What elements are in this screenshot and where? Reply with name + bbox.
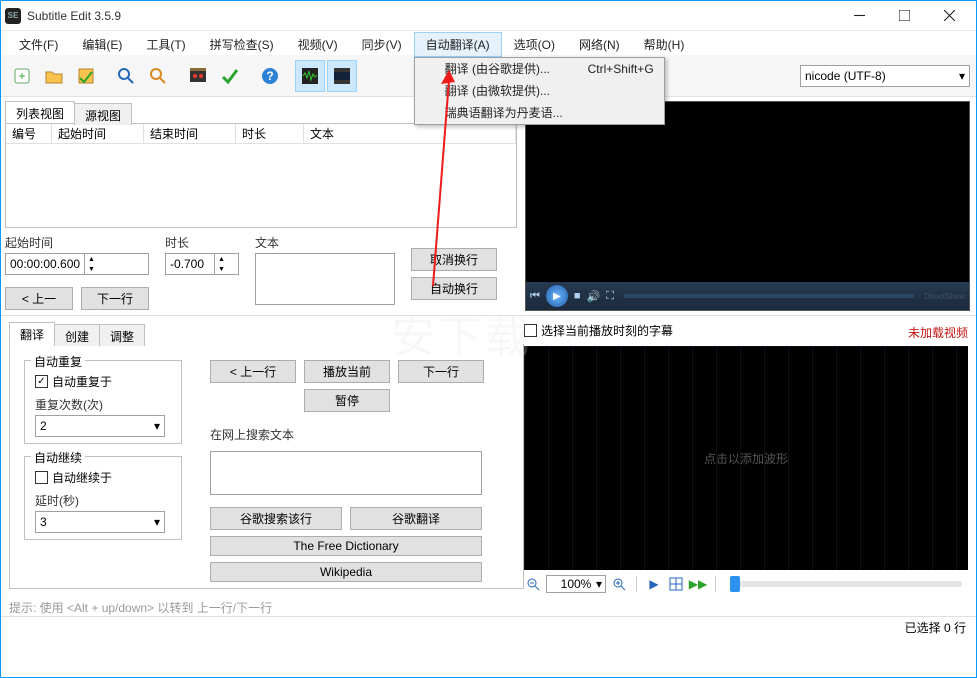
menu-bar: 文件(F) 编辑(E) 工具(T) 拼写检查(S) 视频(V) 同步(V) 自动… bbox=[1, 31, 976, 55]
col-duration[interactable]: 时长 bbox=[236, 124, 304, 143]
search-text-label: 在网上搜索文本 bbox=[210, 426, 484, 443]
directshow-label: DirectShow bbox=[924, 292, 965, 301]
next-line-button[interactable]: 下一行 bbox=[81, 287, 149, 310]
free-dictionary-button[interactable]: The Free Dictionary bbox=[210, 536, 482, 556]
menu-spellcheck[interactable]: 拼写检查(S) bbox=[198, 32, 286, 57]
video-not-loaded-label: 未加载视频 bbox=[908, 324, 968, 341]
tab-adjust[interactable]: 调整 bbox=[99, 324, 145, 346]
col-end[interactable]: 结束时间 bbox=[144, 124, 236, 143]
tab-create[interactable]: 创建 bbox=[54, 324, 100, 346]
prev-line-button[interactable]: < 上一 bbox=[5, 287, 73, 310]
menu-autotranslate[interactable]: 自动翻译(A) 翻译 (由谷歌提供)...Ctrl+Shift+G 翻译 (由微… bbox=[414, 32, 502, 57]
delay-label: 延时(秒) bbox=[35, 494, 79, 508]
spin-down-icon[interactable]: ▼ bbox=[84, 264, 98, 274]
google-search-button[interactable]: 谷歌搜索该行 bbox=[210, 507, 342, 530]
spin-up-icon[interactable]: ▲ bbox=[214, 254, 228, 264]
repeat-count-select[interactable]: 2▾ bbox=[35, 415, 165, 437]
start-label: 起始时间 bbox=[5, 234, 149, 251]
auto-continue-checkbox[interactable]: 自动继续于 bbox=[35, 469, 171, 486]
menu-options[interactable]: 选项(O) bbox=[502, 32, 567, 57]
fullscreen-icon[interactable]: ⛶ bbox=[606, 290, 614, 303]
encoding-select[interactable]: nicode (UTF-8)▾ bbox=[800, 65, 970, 87]
menu-video[interactable]: 视频(V) bbox=[286, 32, 350, 57]
selection-count: 已选择 0 行 bbox=[905, 619, 966, 636]
auto-continue-title: 自动继续 bbox=[31, 449, 85, 466]
stop-icon[interactable]: ■ bbox=[574, 290, 581, 302]
app-icon: SE bbox=[5, 8, 21, 24]
svg-text:?: ? bbox=[266, 69, 273, 83]
wikipedia-button[interactable]: Wikipedia bbox=[210, 562, 482, 582]
find-button[interactable] bbox=[111, 60, 141, 92]
prev-clip-icon[interactable]: ⏮ bbox=[530, 290, 540, 303]
new-button[interactable]: + bbox=[7, 60, 37, 92]
text-label: 文本 bbox=[255, 234, 395, 251]
grid-icon[interactable] bbox=[667, 575, 685, 593]
minimize-button[interactable] bbox=[837, 2, 882, 30]
play-current-button[interactable]: 播放当前 bbox=[304, 360, 390, 383]
tab-source-view[interactable]: 源视图 bbox=[74, 103, 132, 125]
close-button[interactable] bbox=[927, 2, 972, 30]
menu-file[interactable]: 文件(F) bbox=[7, 32, 70, 57]
col-start[interactable]: 起始时间 bbox=[52, 124, 144, 143]
replace-button[interactable] bbox=[143, 60, 173, 92]
nav-next-button[interactable]: 下一行 bbox=[398, 360, 484, 383]
google-translate-button[interactable]: 谷歌翻译 bbox=[350, 507, 482, 530]
waveform-area[interactable]: 点击以添加波形 bbox=[524, 346, 968, 570]
start-time-input[interactable]: ▲▼ bbox=[5, 253, 149, 275]
save-button[interactable] bbox=[71, 60, 101, 92]
chevron-down-icon: ▾ bbox=[959, 69, 965, 83]
chevron-down-icon: ▾ bbox=[596, 577, 602, 591]
fast-forward-icon[interactable]: ▶▶ bbox=[689, 575, 707, 593]
wave-play-icon[interactable]: ▶ bbox=[645, 575, 663, 593]
spin-down-icon[interactable]: ▼ bbox=[214, 264, 228, 274]
tab-translate[interactable]: 翻译 bbox=[9, 322, 55, 344]
select-at-playtime-checkbox[interactable]: 选择当前播放时刻的字幕 bbox=[524, 322, 673, 339]
waveform-toggle[interactable] bbox=[295, 60, 325, 92]
auto-repeat-checkbox[interactable]: ✓自动重复于 bbox=[35, 373, 171, 390]
menu-help[interactable]: 帮助(H) bbox=[632, 32, 697, 57]
nav-prev-button[interactable]: < 上一行 bbox=[210, 360, 296, 383]
spellcheck-button[interactable] bbox=[215, 60, 245, 92]
open-button[interactable] bbox=[39, 60, 69, 92]
video-preview[interactable]: ⏮ ▶ ■ 🔊 ⛶ DirectShow bbox=[525, 101, 970, 311]
duration-input[interactable]: ▲▼ bbox=[165, 253, 239, 275]
menu-network[interactable]: 网络(N) bbox=[567, 32, 632, 57]
seek-bar[interactable] bbox=[624, 294, 914, 298]
repeat-count-label: 重复次数(次) bbox=[35, 398, 103, 412]
chevron-down-icon: ▾ bbox=[154, 419, 160, 433]
volume-icon[interactable]: 🔊 bbox=[587, 290, 601, 303]
auto-repeat-title: 自动重复 bbox=[31, 353, 85, 370]
pause-button[interactable]: 暂停 bbox=[304, 389, 390, 412]
app-title: Subtitle Edit 3.5.9 bbox=[27, 9, 837, 23]
hint-text: 提示: 使用 <Alt + up/down> 以转到 上一行/下一行 bbox=[9, 599, 524, 616]
menu-edit[interactable]: 编辑(E) bbox=[70, 32, 134, 57]
zoom-select[interactable]: 100%▾ bbox=[546, 575, 606, 593]
help-button[interactable]: ? bbox=[255, 60, 285, 92]
wave-slider-thumb[interactable] bbox=[730, 576, 740, 592]
col-number[interactable]: 编号 bbox=[6, 124, 52, 143]
play-button[interactable]: ▶ bbox=[546, 285, 568, 307]
text-input[interactable] bbox=[255, 253, 395, 305]
delay-select[interactable]: 3▾ bbox=[35, 511, 165, 533]
lower-tabs: 翻译 创建 调整 bbox=[9, 322, 524, 344]
duration-label: 时长 bbox=[165, 234, 239, 251]
annotation-arrow bbox=[419, 66, 459, 296]
col-text[interactable]: 文本 bbox=[304, 124, 516, 143]
zoom-out-icon[interactable] bbox=[524, 575, 542, 593]
waveform-hint: 点击以添加波形 bbox=[704, 450, 788, 467]
menu-sync[interactable]: 同步(V) bbox=[350, 32, 414, 57]
svg-text:+: + bbox=[18, 69, 25, 83]
video-toggle[interactable] bbox=[327, 60, 357, 92]
spin-up-icon[interactable]: ▲ bbox=[84, 254, 98, 264]
zoom-in-icon[interactable] bbox=[610, 575, 628, 593]
search-text-input[interactable] bbox=[210, 451, 482, 495]
maximize-button[interactable] bbox=[882, 2, 927, 30]
chevron-down-icon: ▾ bbox=[154, 515, 160, 529]
menu-autotranslate-label: 自动翻译(A) bbox=[426, 38, 490, 52]
tab-list-view[interactable]: 列表视图 bbox=[5, 101, 75, 123]
menu-tools[interactable]: 工具(T) bbox=[134, 32, 197, 57]
status-bar: 已选择 0 行 bbox=[1, 616, 976, 638]
visual-sync-button[interactable] bbox=[183, 60, 213, 92]
